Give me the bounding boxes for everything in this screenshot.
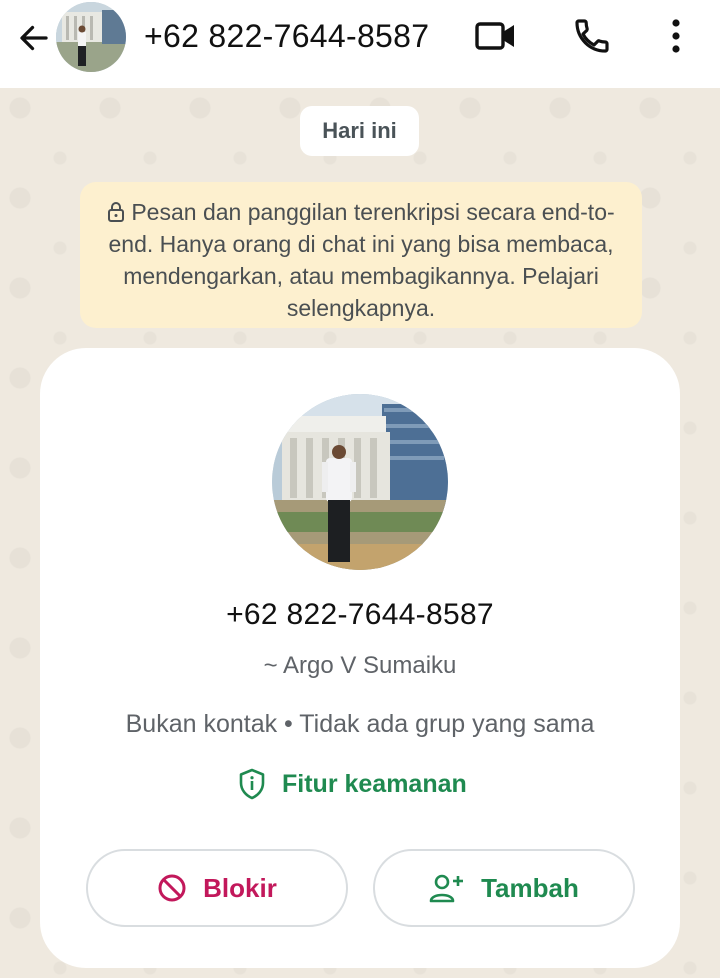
encryption-notice-text: Pesan dan panggilan terenkripsi secara e… [108, 199, 615, 321]
block-button[interactable]: Blokir [86, 849, 348, 927]
block-button-label: Blokir [203, 872, 277, 903]
back-button[interactable] [14, 18, 54, 58]
header-avatar[interactable] [56, 2, 126, 72]
date-chip: Hari ini [300, 106, 419, 156]
shield-info-icon [238, 768, 266, 800]
more-options-icon [672, 19, 680, 53]
video-call-button[interactable] [472, 14, 520, 58]
contact-pushname: ~ Argo V Sumaiku [263, 652, 457, 679]
chat-header: +62 822-7644-8587 [0, 0, 720, 88]
contact-meta: Bukan kontak • Tidak ada grup yang sama [125, 710, 595, 738]
voice-call-button[interactable] [568, 14, 616, 58]
add-contact-label: Tambah [481, 872, 579, 903]
profile-photo[interactable] [272, 394, 448, 570]
more-options-button[interactable] [652, 14, 700, 58]
block-icon [157, 873, 187, 903]
add-contact-button[interactable]: Tambah [373, 849, 635, 927]
back-arrow-icon [20, 25, 48, 51]
voice-call-icon [575, 19, 609, 53]
video-call-icon [475, 22, 514, 50]
security-features-link[interactable]: Fitur keamanan [238, 764, 467, 804]
contact-phone-number: +62 822-7644-8587 [226, 598, 494, 631]
lock-icon [108, 202, 125, 222]
security-features-label: Fitur keamanan [282, 769, 467, 798]
header-title[interactable]: +62 822-7644-8587 [144, 14, 429, 58]
add-person-icon [429, 873, 465, 903]
encryption-notice[interactable]: Pesan dan panggilan terenkripsi secara e… [80, 182, 642, 328]
